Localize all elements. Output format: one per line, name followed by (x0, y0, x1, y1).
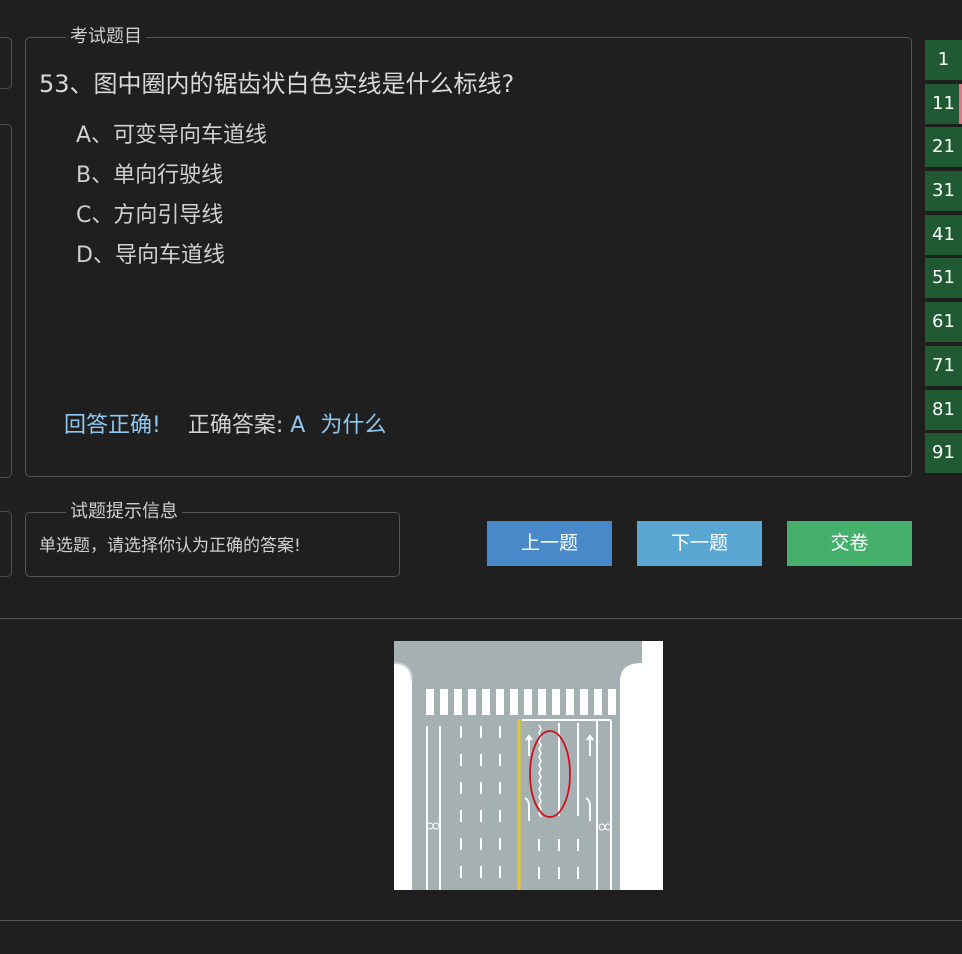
answer-options: A、可变导向车道线 B、单向行驶线 C、方向引导线 D、导向车道线 (76, 120, 267, 280)
nav-number-91[interactable]: 91 (925, 433, 962, 474)
nav-number-11[interactable]: 11 (925, 83, 962, 124)
hint-text: 单选题，请选择你认为正确的答案! (39, 536, 301, 556)
prev-question-button[interactable]: 上一题 (487, 521, 612, 566)
nav-number-31[interactable]: 31 (925, 171, 962, 212)
nav-number-81[interactable]: 81 (925, 389, 962, 430)
nav-number-1[interactable]: 1 (925, 40, 962, 80)
answer-result: 回答正确! 正确答案: A 为什么 (64, 407, 386, 439)
left-panel-edge-bottom (0, 511, 12, 577)
left-panel-edge-middle (0, 124, 12, 478)
divider-top (0, 618, 962, 619)
nav-number-51[interactable]: 51 (925, 258, 962, 299)
next-question-button[interactable]: 下一题 (637, 521, 762, 566)
option-d[interactable]: D、导向车道线 (76, 240, 267, 280)
nav-number-71[interactable]: 71 (925, 345, 962, 386)
correct-answer-label: 正确答案: (187, 413, 284, 438)
question-group-legend: 考试题目 (66, 25, 146, 49)
divider-bottom (0, 920, 962, 921)
hint-group: 试题提示信息 单选题，请选择你认为正确的答案! (25, 500, 400, 577)
option-a[interactable]: A、可变导向车道线 (76, 120, 267, 160)
why-link[interactable]: 为什么 (320, 413, 386, 438)
question-number-nav: 1 11 21 31 41 51 61 71 81 91 (925, 40, 962, 477)
question-title: 53、图中圈内的锯齿状白色实线是什么标线? (39, 70, 515, 98)
option-b[interactable]: B、单向行驶线 (76, 160, 267, 200)
question-group: 考试题目 53、图中圈内的锯齿状白色实线是什么标线? A、可变导向车道线 B、单… (25, 25, 912, 477)
result-status: 回答正确! (64, 413, 161, 438)
question-figure-road-markings (394, 641, 663, 890)
submit-exam-button[interactable]: 交卷 (787, 521, 912, 566)
left-panel-edge-top (0, 37, 12, 89)
option-c[interactable]: C、方向引导线 (76, 200, 267, 240)
nav-number-41[interactable]: 41 (925, 214, 962, 255)
hint-group-legend: 试题提示信息 (66, 500, 182, 524)
nav-number-61[interactable]: 61 (925, 302, 962, 343)
correct-answer-value: A (290, 413, 306, 438)
exam-window: 考试题目 53、图中圈内的锯齿状白色实线是什么标线? A、可变导向车道线 B、单… (0, 0, 962, 954)
nav-number-21[interactable]: 21 (925, 127, 962, 168)
